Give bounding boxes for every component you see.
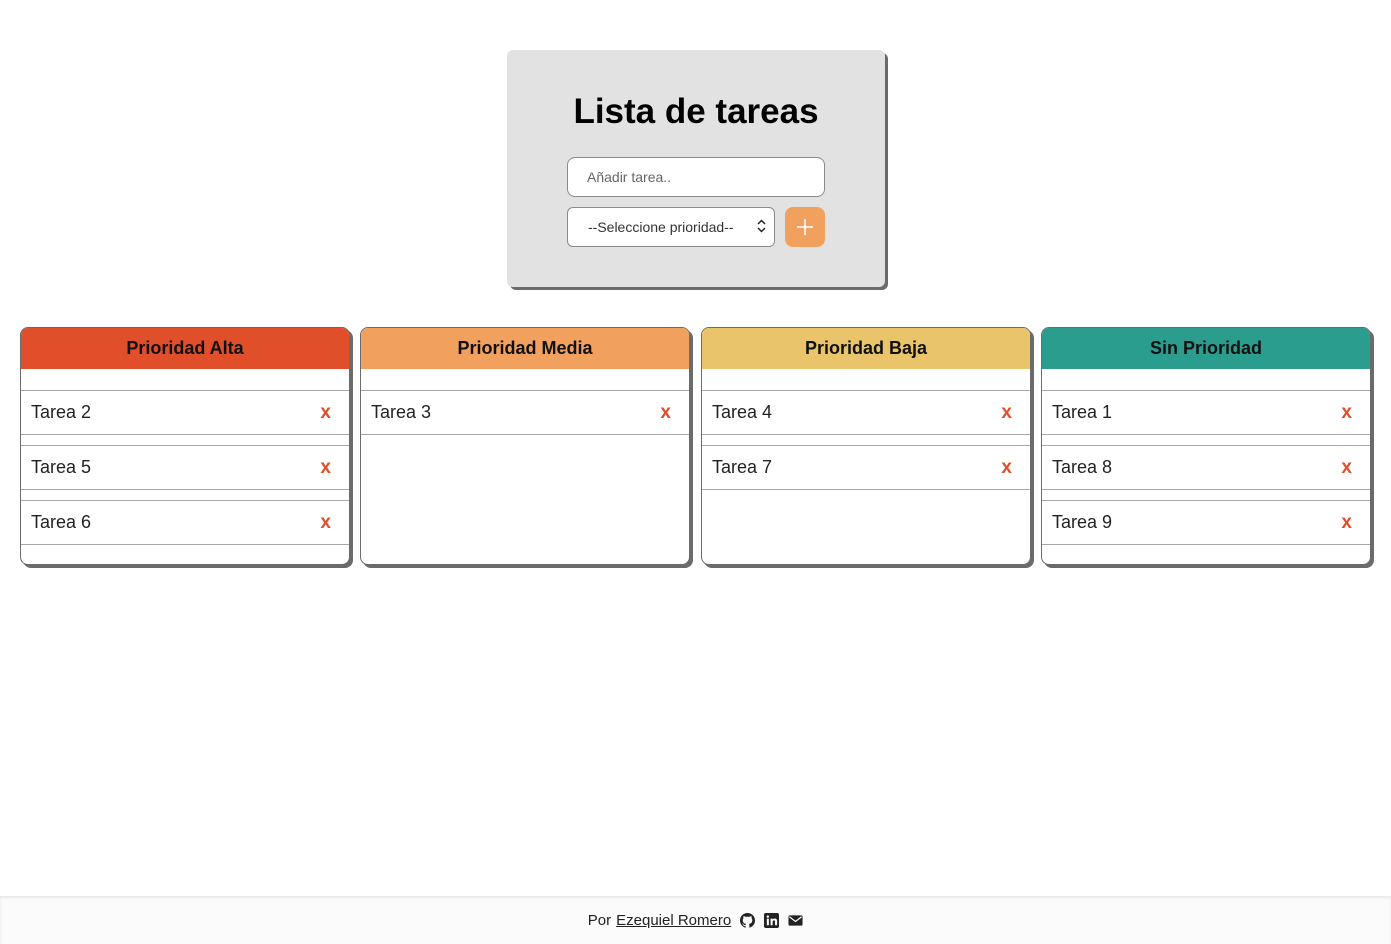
delete-task-button[interactable]: x [1341, 458, 1352, 477]
priority-select[interactable]: --Seleccione prioridad-- [567, 207, 775, 247]
column-prioridad-media: Prioridad Media Tarea 3 x [360, 327, 690, 565]
priority-select-value: --Seleccione prioridad-- [588, 219, 734, 235]
delete-task-button[interactable]: x [1341, 403, 1352, 422]
task-label: Tarea 2 [31, 402, 92, 422]
column-header: Prioridad Alta [21, 328, 349, 369]
plus-icon [796, 218, 814, 236]
delete-task-button[interactable]: x [320, 458, 331, 477]
delete-task-button[interactable]: x [320, 513, 331, 532]
task-label: Tarea 3 [371, 402, 432, 422]
page-title: Lista de tareas [573, 92, 819, 131]
delete-task-button[interactable]: x [1001, 458, 1012, 477]
task-input[interactable] [567, 157, 825, 197]
task-item[interactable]: Tarea 4 x [702, 390, 1030, 435]
footer-prefix: Por [587, 911, 612, 929]
github-icon[interactable] [740, 912, 756, 928]
delete-task-button[interactable]: x [1341, 513, 1352, 532]
column-prioridad-alta: Prioridad Alta Tarea 2 x Tarea 5 x Tarea… [20, 327, 350, 565]
task-item[interactable]: Tarea 2 x [21, 390, 349, 435]
task-item[interactable]: Tarea 3 x [361, 390, 689, 435]
task-item[interactable]: Tarea 6 x [21, 500, 349, 545]
task-label: Tarea 7 [712, 457, 773, 477]
task-item[interactable]: Tarea 1 x [1042, 390, 1370, 435]
author-link[interactable]: Ezequiel Romero [616, 912, 731, 929]
delete-task-button[interactable]: x [1001, 403, 1012, 422]
footer: Por Ezequiel Romero [0, 896, 1391, 944]
task-item[interactable]: Tarea 9 x [1042, 500, 1370, 545]
chevron-updown-icon [748, 218, 774, 236]
task-label: Tarea 6 [31, 512, 92, 532]
task-form-card: Lista de tareas --Seleccione prioridad-- [507, 50, 885, 287]
task-item[interactable]: Tarea 7 x [702, 445, 1030, 490]
task-label: Tarea 8 [1052, 457, 1113, 477]
column-header: Prioridad Baja [702, 328, 1030, 369]
add-task-button[interactable] [785, 207, 825, 247]
task-item[interactable]: Tarea 8 x [1042, 445, 1370, 490]
column-header: Sin Prioridad [1042, 328, 1370, 369]
task-label: Tarea 1 [1052, 402, 1113, 422]
linkedin-icon[interactable] [764, 912, 780, 928]
delete-task-button[interactable]: x [660, 403, 671, 422]
delete-task-button[interactable]: x [320, 403, 331, 422]
column-sin-prioridad: Sin Prioridad Tarea 1 x Tarea 8 x Tarea … [1041, 327, 1371, 565]
task-label: Tarea 5 [31, 457, 92, 477]
email-icon[interactable] [788, 913, 803, 928]
task-item[interactable]: Tarea 5 x [21, 445, 349, 490]
task-label: Tarea 9 [1052, 512, 1113, 532]
task-label: Tarea 4 [712, 402, 773, 422]
column-header: Prioridad Media [361, 328, 689, 369]
column-prioridad-baja: Prioridad Baja Tarea 4 x Tarea 7 x [701, 327, 1031, 565]
